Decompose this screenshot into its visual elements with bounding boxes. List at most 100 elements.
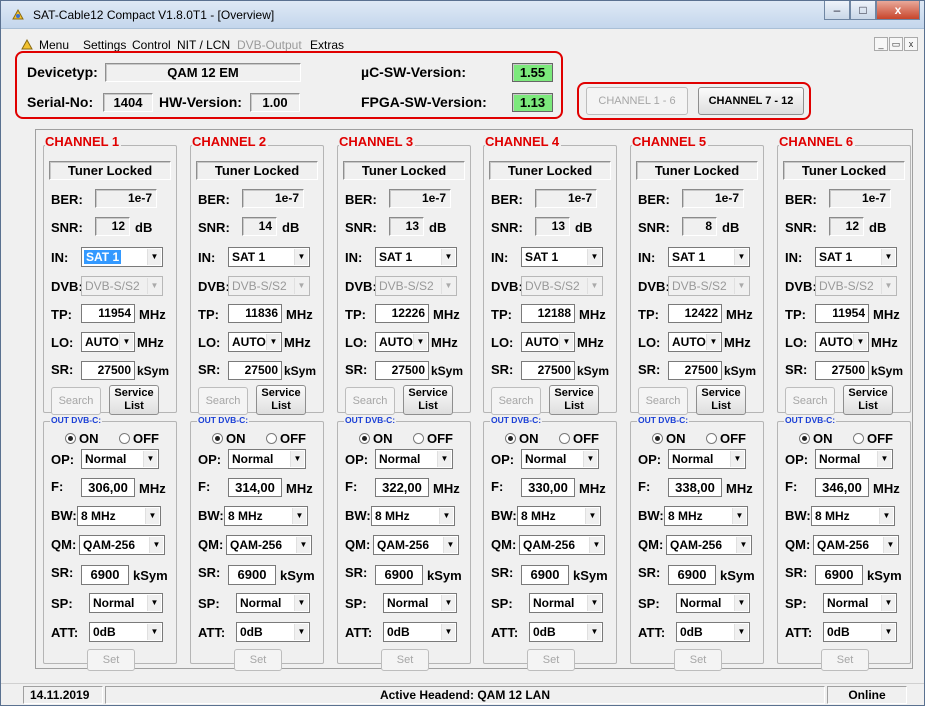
sp-select[interactable]: Normal ▼: [89, 593, 163, 613]
search-button[interactable]: Search: [198, 387, 248, 415]
sr-input[interactable]: 27500: [81, 361, 135, 380]
chevron-down-icon[interactable]: ▼: [730, 451, 744, 467]
sr-input[interactable]: 27500: [521, 361, 575, 380]
att-select[interactable]: 0dB ▼: [383, 622, 457, 642]
menu-control[interactable]: Control: [132, 38, 171, 52]
tp-input[interactable]: 12226: [375, 304, 429, 323]
output-off-radio[interactable]: OFF: [119, 431, 159, 446]
input-select[interactable]: SAT 1 ▼: [375, 247, 457, 267]
chevron-down-icon[interactable]: ▼: [881, 624, 895, 640]
menu-nit-lcn[interactable]: NIT / LCN: [177, 38, 230, 52]
op-select[interactable]: Normal ▼: [81, 449, 159, 469]
att-select[interactable]: 0dB ▼: [89, 622, 163, 642]
service-list-button[interactable]: Service List: [256, 385, 306, 415]
output-off-radio[interactable]: OFF: [853, 431, 893, 446]
qm-select[interactable]: QAM-256 ▼: [79, 535, 165, 555]
sr-out-input[interactable]: 6900: [81, 565, 129, 585]
frequency-input[interactable]: 322,00: [375, 478, 429, 497]
bw-select[interactable]: 8 MHz ▼: [811, 506, 895, 526]
mdi-close-button[interactable]: x: [904, 37, 918, 51]
chevron-down-icon[interactable]: ▼: [587, 624, 601, 640]
output-on-radio[interactable]: ON: [652, 431, 686, 446]
chevron-down-icon[interactable]: ▼: [294, 249, 308, 265]
chevron-down-icon[interactable]: ▼: [149, 537, 163, 553]
lo-select[interactable]: AUTO ▼: [81, 332, 135, 352]
chevron-down-icon[interactable]: ▼: [296, 537, 310, 553]
input-select[interactable]: SAT 1 ▼: [81, 247, 163, 267]
chevron-down-icon[interactable]: ▼: [585, 508, 599, 524]
chevron-down-icon[interactable]: ▼: [443, 537, 457, 553]
output-on-radio[interactable]: ON: [359, 431, 393, 446]
chevron-down-icon[interactable]: ▼: [441, 624, 455, 640]
close-button[interactable]: x: [876, 1, 920, 20]
menu-settings[interactable]: Settings: [83, 38, 126, 52]
lo-select[interactable]: AUTO ▼: [815, 332, 869, 352]
chevron-down-icon[interactable]: ▼: [119, 334, 133, 350]
chevron-down-icon[interactable]: ▼: [147, 278, 161, 294]
chevron-down-icon[interactable]: ▼: [441, 249, 455, 265]
dvb-select[interactable]: DVB-S/S2 ▼: [521, 276, 603, 296]
chevron-down-icon[interactable]: ▼: [877, 451, 891, 467]
mdi-restore-button[interactable]: ▭: [889, 37, 903, 51]
sr-out-input[interactable]: 6900: [521, 565, 569, 585]
service-list-button[interactable]: Service List: [549, 385, 599, 415]
frequency-input[interactable]: 346,00: [815, 478, 869, 497]
chevron-down-icon[interactable]: ▼: [292, 508, 306, 524]
qm-select[interactable]: QAM-256 ▼: [226, 535, 312, 555]
sp-select[interactable]: Normal ▼: [676, 593, 750, 613]
sp-select[interactable]: Normal ▼: [383, 593, 457, 613]
sr-out-input[interactable]: 6900: [228, 565, 276, 585]
chevron-down-icon[interactable]: ▼: [441, 595, 455, 611]
input-select[interactable]: SAT 1 ▼: [521, 247, 603, 267]
frequency-input[interactable]: 338,00: [668, 478, 722, 497]
chevron-down-icon[interactable]: ▼: [441, 278, 455, 294]
set-button[interactable]: Set: [381, 649, 429, 671]
op-select[interactable]: Normal ▼: [521, 449, 599, 469]
set-button[interactable]: Set: [821, 649, 869, 671]
lo-select[interactable]: AUTO ▼: [521, 332, 575, 352]
chevron-down-icon[interactable]: ▼: [294, 595, 308, 611]
search-button[interactable]: Search: [345, 387, 395, 415]
sr-out-input[interactable]: 6900: [668, 565, 716, 585]
chevron-down-icon[interactable]: ▼: [587, 249, 601, 265]
chevron-down-icon[interactable]: ▼: [439, 508, 453, 524]
sp-select[interactable]: Normal ▼: [529, 593, 603, 613]
chevron-down-icon[interactable]: ▼: [734, 624, 748, 640]
chevron-down-icon[interactable]: ▼: [294, 278, 308, 294]
menu-menu[interactable]: Menu: [39, 38, 69, 52]
chevron-down-icon[interactable]: ▼: [147, 595, 161, 611]
frequency-input[interactable]: 306,00: [81, 478, 135, 497]
chevron-down-icon[interactable]: ▼: [290, 451, 304, 467]
chevron-down-icon[interactable]: ▼: [879, 508, 893, 524]
chevron-down-icon[interactable]: ▼: [853, 334, 867, 350]
sr-input[interactable]: 27500: [228, 361, 282, 380]
chevron-down-icon[interactable]: ▼: [732, 508, 746, 524]
search-button[interactable]: Search: [638, 387, 688, 415]
chevron-down-icon[interactable]: ▼: [143, 451, 157, 467]
sr-input[interactable]: 27500: [375, 361, 429, 380]
output-on-radio[interactable]: ON: [65, 431, 99, 446]
service-list-button[interactable]: Service List: [109, 385, 159, 415]
search-button[interactable]: Search: [51, 387, 101, 415]
lo-select[interactable]: AUTO ▼: [668, 332, 722, 352]
chevron-down-icon[interactable]: ▼: [587, 595, 601, 611]
chevron-down-icon[interactable]: ▼: [734, 278, 748, 294]
output-off-radio[interactable]: OFF: [559, 431, 599, 446]
chevron-down-icon[interactable]: ▼: [706, 334, 720, 350]
op-select[interactable]: Normal ▼: [815, 449, 893, 469]
chevron-down-icon[interactable]: ▼: [734, 249, 748, 265]
input-select[interactable]: SAT 1 ▼: [815, 247, 897, 267]
chevron-down-icon[interactable]: ▼: [437, 451, 451, 467]
output-off-radio[interactable]: OFF: [266, 431, 306, 446]
bw-select[interactable]: 8 MHz ▼: [77, 506, 161, 526]
chevron-down-icon[interactable]: ▼: [147, 249, 161, 265]
set-button[interactable]: Set: [234, 649, 282, 671]
menu-dvb-output[interactable]: DVB-Output: [237, 38, 302, 52]
output-off-radio[interactable]: OFF: [413, 431, 453, 446]
service-list-button[interactable]: Service List: [843, 385, 893, 415]
chevron-down-icon[interactable]: ▼: [883, 537, 897, 553]
chevron-down-icon[interactable]: ▼: [881, 595, 895, 611]
tp-input[interactable]: 12422: [668, 304, 722, 323]
sp-select[interactable]: Normal ▼: [236, 593, 310, 613]
maximize-button[interactable]: □: [850, 1, 876, 20]
